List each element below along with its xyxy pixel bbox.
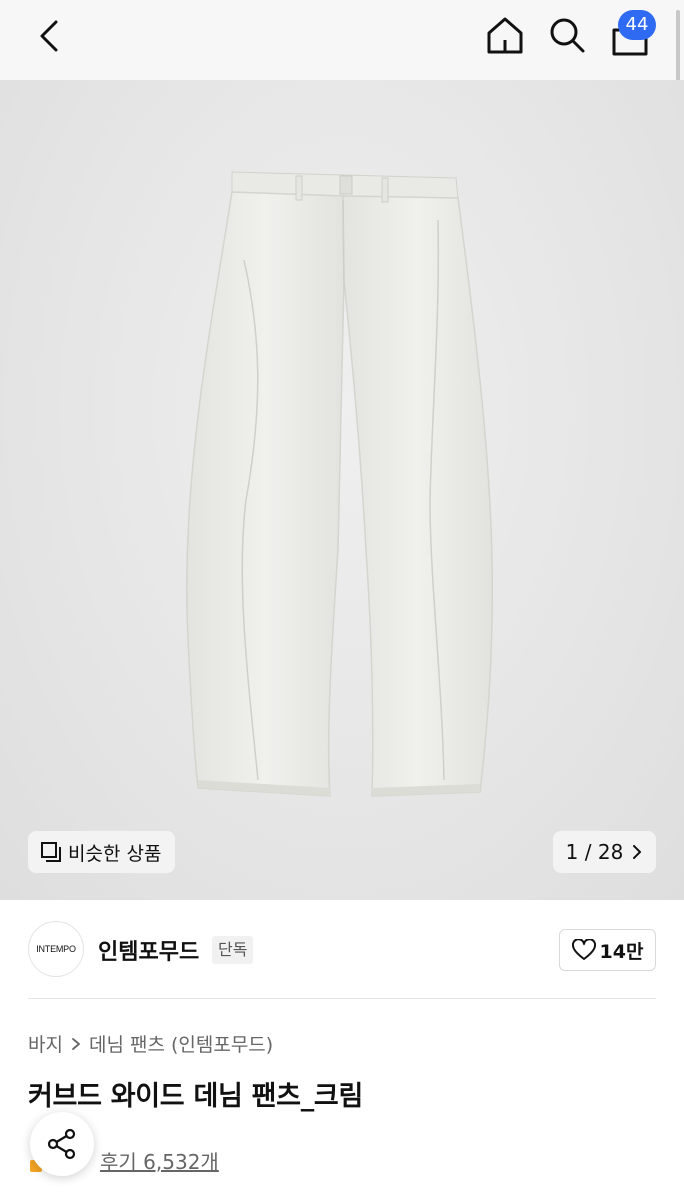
- search-button[interactable]: [546, 14, 588, 56]
- breadcrumb-category[interactable]: 바지: [28, 1030, 63, 1057]
- chevron-right-icon: [633, 845, 642, 859]
- cart-count-badge: 44: [618, 10, 656, 40]
- breadcrumb: 바지 데님 팬츠 (인템포무드): [28, 1030, 273, 1057]
- top-navigation-bar: 44: [0, 0, 684, 80]
- back-arrow-icon: [40, 20, 58, 52]
- exclusive-badge: 단독: [212, 936, 254, 964]
- share-button[interactable]: [30, 1112, 94, 1176]
- brand-name-link[interactable]: 인템포무드: [98, 934, 199, 966]
- search-icon: [550, 18, 585, 53]
- heart-icon: [571, 939, 596, 960]
- breadcrumb-subcategory[interactable]: 데님 팬츠 (인템포무드): [89, 1030, 273, 1057]
- home-icon: [487, 17, 523, 54]
- chevron-right-icon: [72, 1037, 80, 1050]
- divider: [28, 998, 656, 999]
- product-image: [186, 171, 494, 797]
- similar-items-label: 비슷한 상품: [68, 842, 162, 865]
- product-image-gallery[interactable]: 비슷한 상품 1 / 28: [0, 80, 684, 900]
- like-button[interactable]: 14만: [559, 929, 656, 971]
- similar-items-button[interactable]: 비슷한 상품: [28, 831, 176, 873]
- like-count: 14만: [599, 940, 644, 963]
- brand-row: INTEMPO 인템포무드 단독 14만: [0, 900, 684, 1000]
- review-count-link[interactable]: 후기 6,532개: [100, 1146, 219, 1175]
- brand-logo-text: INTEMPO: [36, 944, 76, 954]
- product-title: 커브드 와이드 데님 팬츠_크림: [28, 1081, 363, 1112]
- home-button[interactable]: [484, 14, 526, 56]
- similar-items-icon: [41, 842, 61, 862]
- back-button[interactable]: [30, 16, 70, 56]
- image-pager-button[interactable]: 1 / 28: [553, 831, 656, 873]
- share-icon: [47, 1128, 76, 1160]
- brand-logo[interactable]: INTEMPO: [28, 921, 84, 977]
- image-pager-text: 1 / 28: [565, 840, 624, 864]
